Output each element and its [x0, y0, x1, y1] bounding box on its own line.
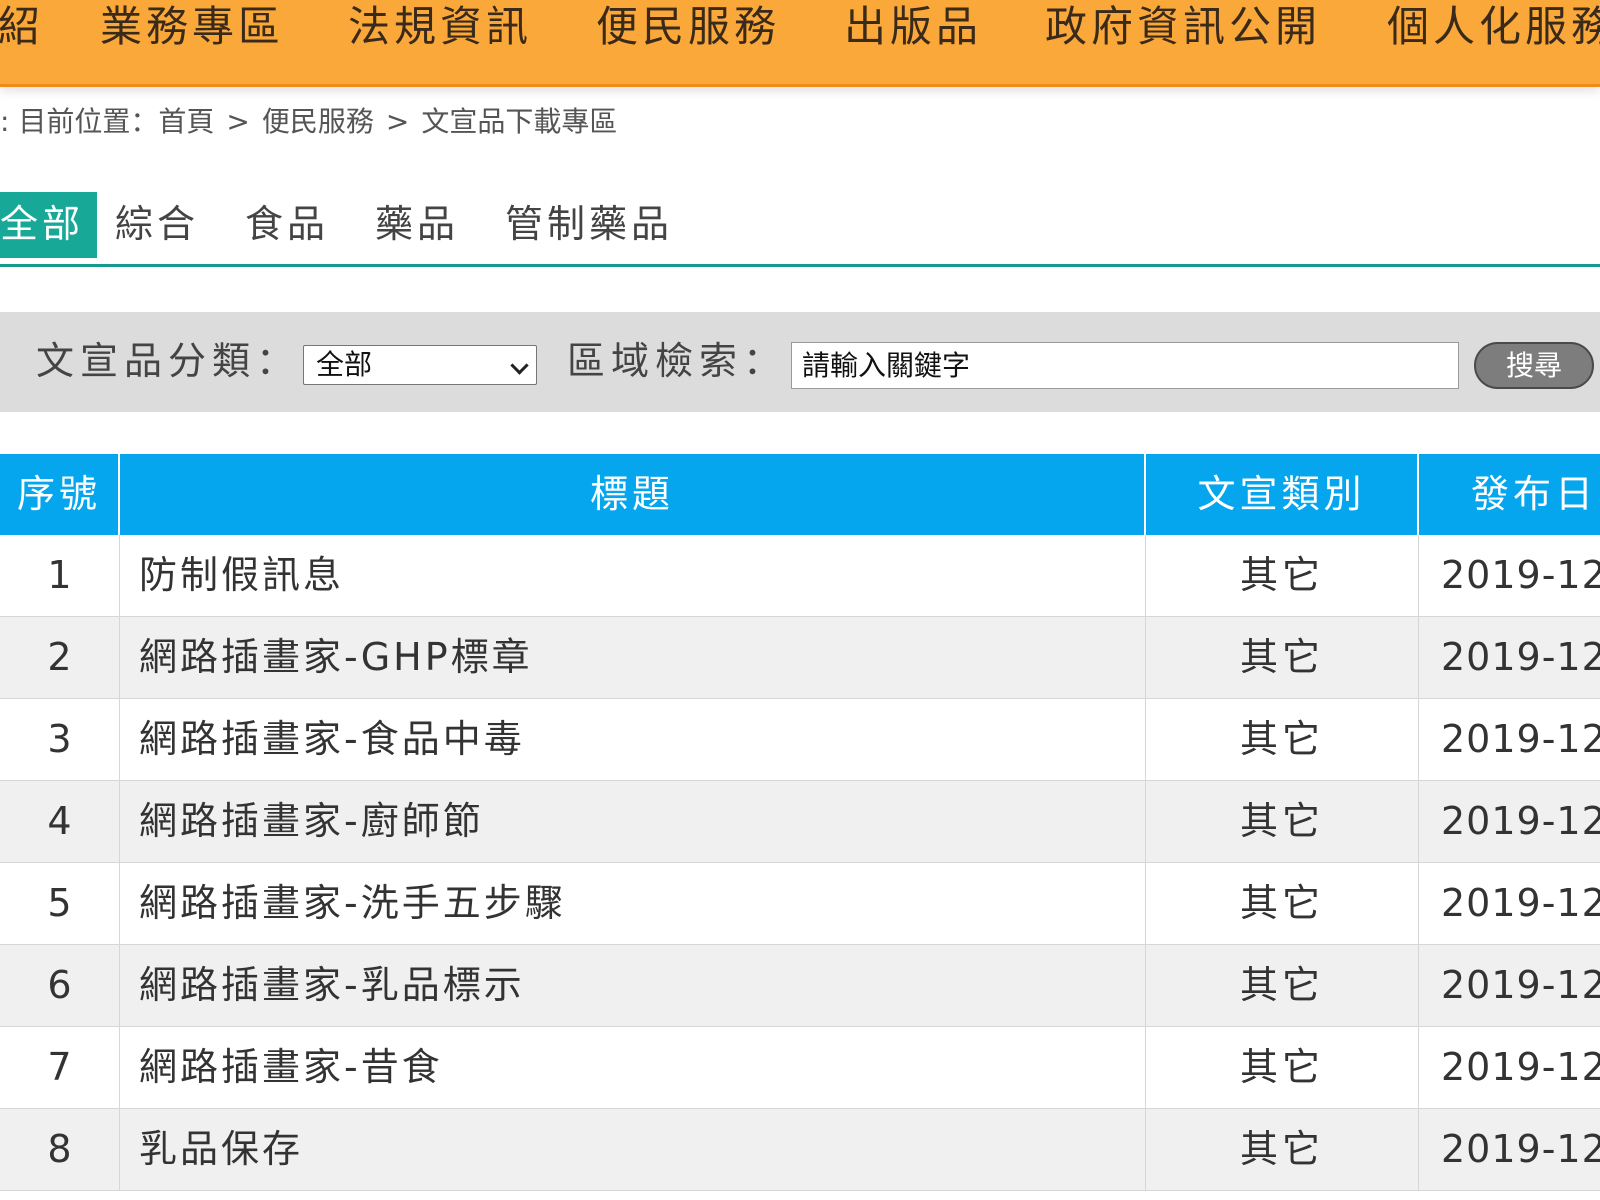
breadcrumb: : 目前位置：首頁 > 便民服務 > 文宣品下載專區 [0, 102, 617, 142]
category-select-value: 全部 [316, 348, 373, 381]
area-search-label: 區域檢索： [567, 339, 788, 383]
row-title[interactable]: 網路插畫家-廚師節 [120, 781, 1146, 863]
nav-item-business[interactable]: 業務專區 [100, 0, 284, 54]
row-category: 其它 [1146, 699, 1419, 781]
row-category: 其它 [1146, 535, 1419, 617]
row-date: 2019-12 [1441, 1045, 1600, 1089]
breadcrumb-separator: > [385, 105, 410, 138]
row-number: 6 [0, 945, 120, 1027]
tab-controlled-drugs[interactable]: 管制藥品 [505, 192, 673, 258]
row-date: 2019-12 [1441, 799, 1600, 843]
row-number: 4 [0, 781, 120, 863]
table-row[interactable]: 7 網路插畫家-昔食 其它 2019-12 [0, 1027, 1600, 1109]
row-title[interactable]: 網路插畫家-食品中毒 [120, 699, 1146, 781]
breadcrumb-separator: > [226, 105, 250, 138]
tab-drugs[interactable]: 藥品 [375, 192, 459, 258]
row-category: 其它 [1146, 781, 1419, 863]
row-number: 5 [0, 863, 120, 945]
breadcrumb-prefix: : 目前位置： [0, 105, 159, 138]
row-date: 2019-12 [1441, 717, 1600, 761]
tab-all[interactable]: 全部 [0, 192, 97, 258]
row-title[interactable]: 網路插畫家-GHP標章 [120, 617, 1146, 699]
row-title[interactable]: 網路插畫家-昔食 [120, 1027, 1146, 1109]
row-title[interactable]: 網路插畫家-洗手五步驟 [120, 863, 1146, 945]
row-category: 其它 [1146, 617, 1419, 699]
table-row[interactable]: 2 網路插畫家-GHP標章 其它 2019-12 [0, 617, 1600, 699]
row-date: 2019-12 [1441, 881, 1600, 925]
keyword-search-input[interactable]: 請輸入關鍵字 [791, 342, 1459, 389]
nav-item-about[interactable]: 紹 [0, 0, 44, 54]
table-row[interactable]: 4 網路插畫家-廚師節 其它 2019-12 [0, 781, 1600, 863]
nav-item-government-info[interactable]: 政府資訊公開 [1045, 0, 1321, 54]
table-row[interactable]: 8 乳品保存 其它 2019-12 [0, 1109, 1600, 1191]
search-button[interactable]: 搜尋 [1474, 342, 1594, 389]
table-header: 序號 標題 文宣類別 發布日 [0, 454, 1600, 535]
chevron-down-icon [510, 356, 529, 375]
header-number: 序號 [0, 454, 120, 535]
row-category: 其它 [1146, 1027, 1419, 1109]
nav-item-personalized[interactable]: 個人化服務 [1387, 0, 1600, 54]
category-tabs: 全部 綜合 食品 藥品 管制藥品 [0, 192, 1600, 267]
row-date: 2019-12 [1441, 963, 1600, 1007]
row-number: 8 [0, 1109, 120, 1191]
breadcrumb-home[interactable]: 首頁 [158, 105, 214, 138]
row-date: 2019-12 [1441, 553, 1600, 597]
header-date: 發布日 [1471, 472, 1598, 516]
nav-item-publications[interactable]: 出版品 [844, 0, 982, 54]
header-category: 文宣類別 [1146, 454, 1419, 535]
breadcrumb-current[interactable]: 文宣品下載專區 [421, 105, 617, 138]
row-category: 其它 [1146, 1109, 1419, 1191]
nav-item-regulations[interactable]: 法規資訊 [348, 0, 532, 54]
table-row[interactable]: 3 網路插畫家-食品中毒 其它 2019-12 [0, 699, 1600, 781]
row-number: 2 [0, 617, 120, 699]
row-number: 3 [0, 699, 120, 781]
row-date: 2019-12 [1441, 1127, 1600, 1171]
breadcrumb-services[interactable]: 便民服務 [262, 105, 374, 138]
category-select[interactable]: 全部 [303, 345, 537, 385]
row-category: 其它 [1146, 863, 1419, 945]
tab-food[interactable]: 食品 [245, 192, 329, 258]
page: 紹 業務專區 法規資訊 便民服務 出版品 政府資訊公開 個人化服務 : 目前位置… [0, 0, 1600, 1200]
row-number: 1 [0, 535, 120, 617]
top-nav: 紹 業務專區 法規資訊 便民服務 出版品 政府資訊公開 個人化服務 [0, 0, 1600, 87]
row-category: 其它 [1146, 945, 1419, 1027]
row-title[interactable]: 乳品保存 [120, 1109, 1146, 1191]
row-title[interactable]: 網路插畫家-乳品標示 [120, 945, 1146, 1027]
row-number: 7 [0, 1027, 120, 1109]
table-row[interactable]: 1 防制假訊息 其它 2019-12 [0, 535, 1600, 617]
row-title[interactable]: 防制假訊息 [120, 535, 1146, 617]
row-date: 2019-12 [1441, 635, 1600, 679]
tab-general[interactable]: 綜合 [115, 192, 199, 258]
nav-item-services[interactable]: 便民服務 [596, 0, 780, 54]
table-row[interactable]: 6 網路插畫家-乳品標示 其它 2019-12 [0, 945, 1600, 1027]
table-row[interactable]: 5 網路插畫家-洗手五步驟 其它 2019-12 [0, 863, 1600, 945]
header-title: 標題 [120, 454, 1146, 535]
category-filter-label: 文宣品分類： [36, 339, 301, 383]
